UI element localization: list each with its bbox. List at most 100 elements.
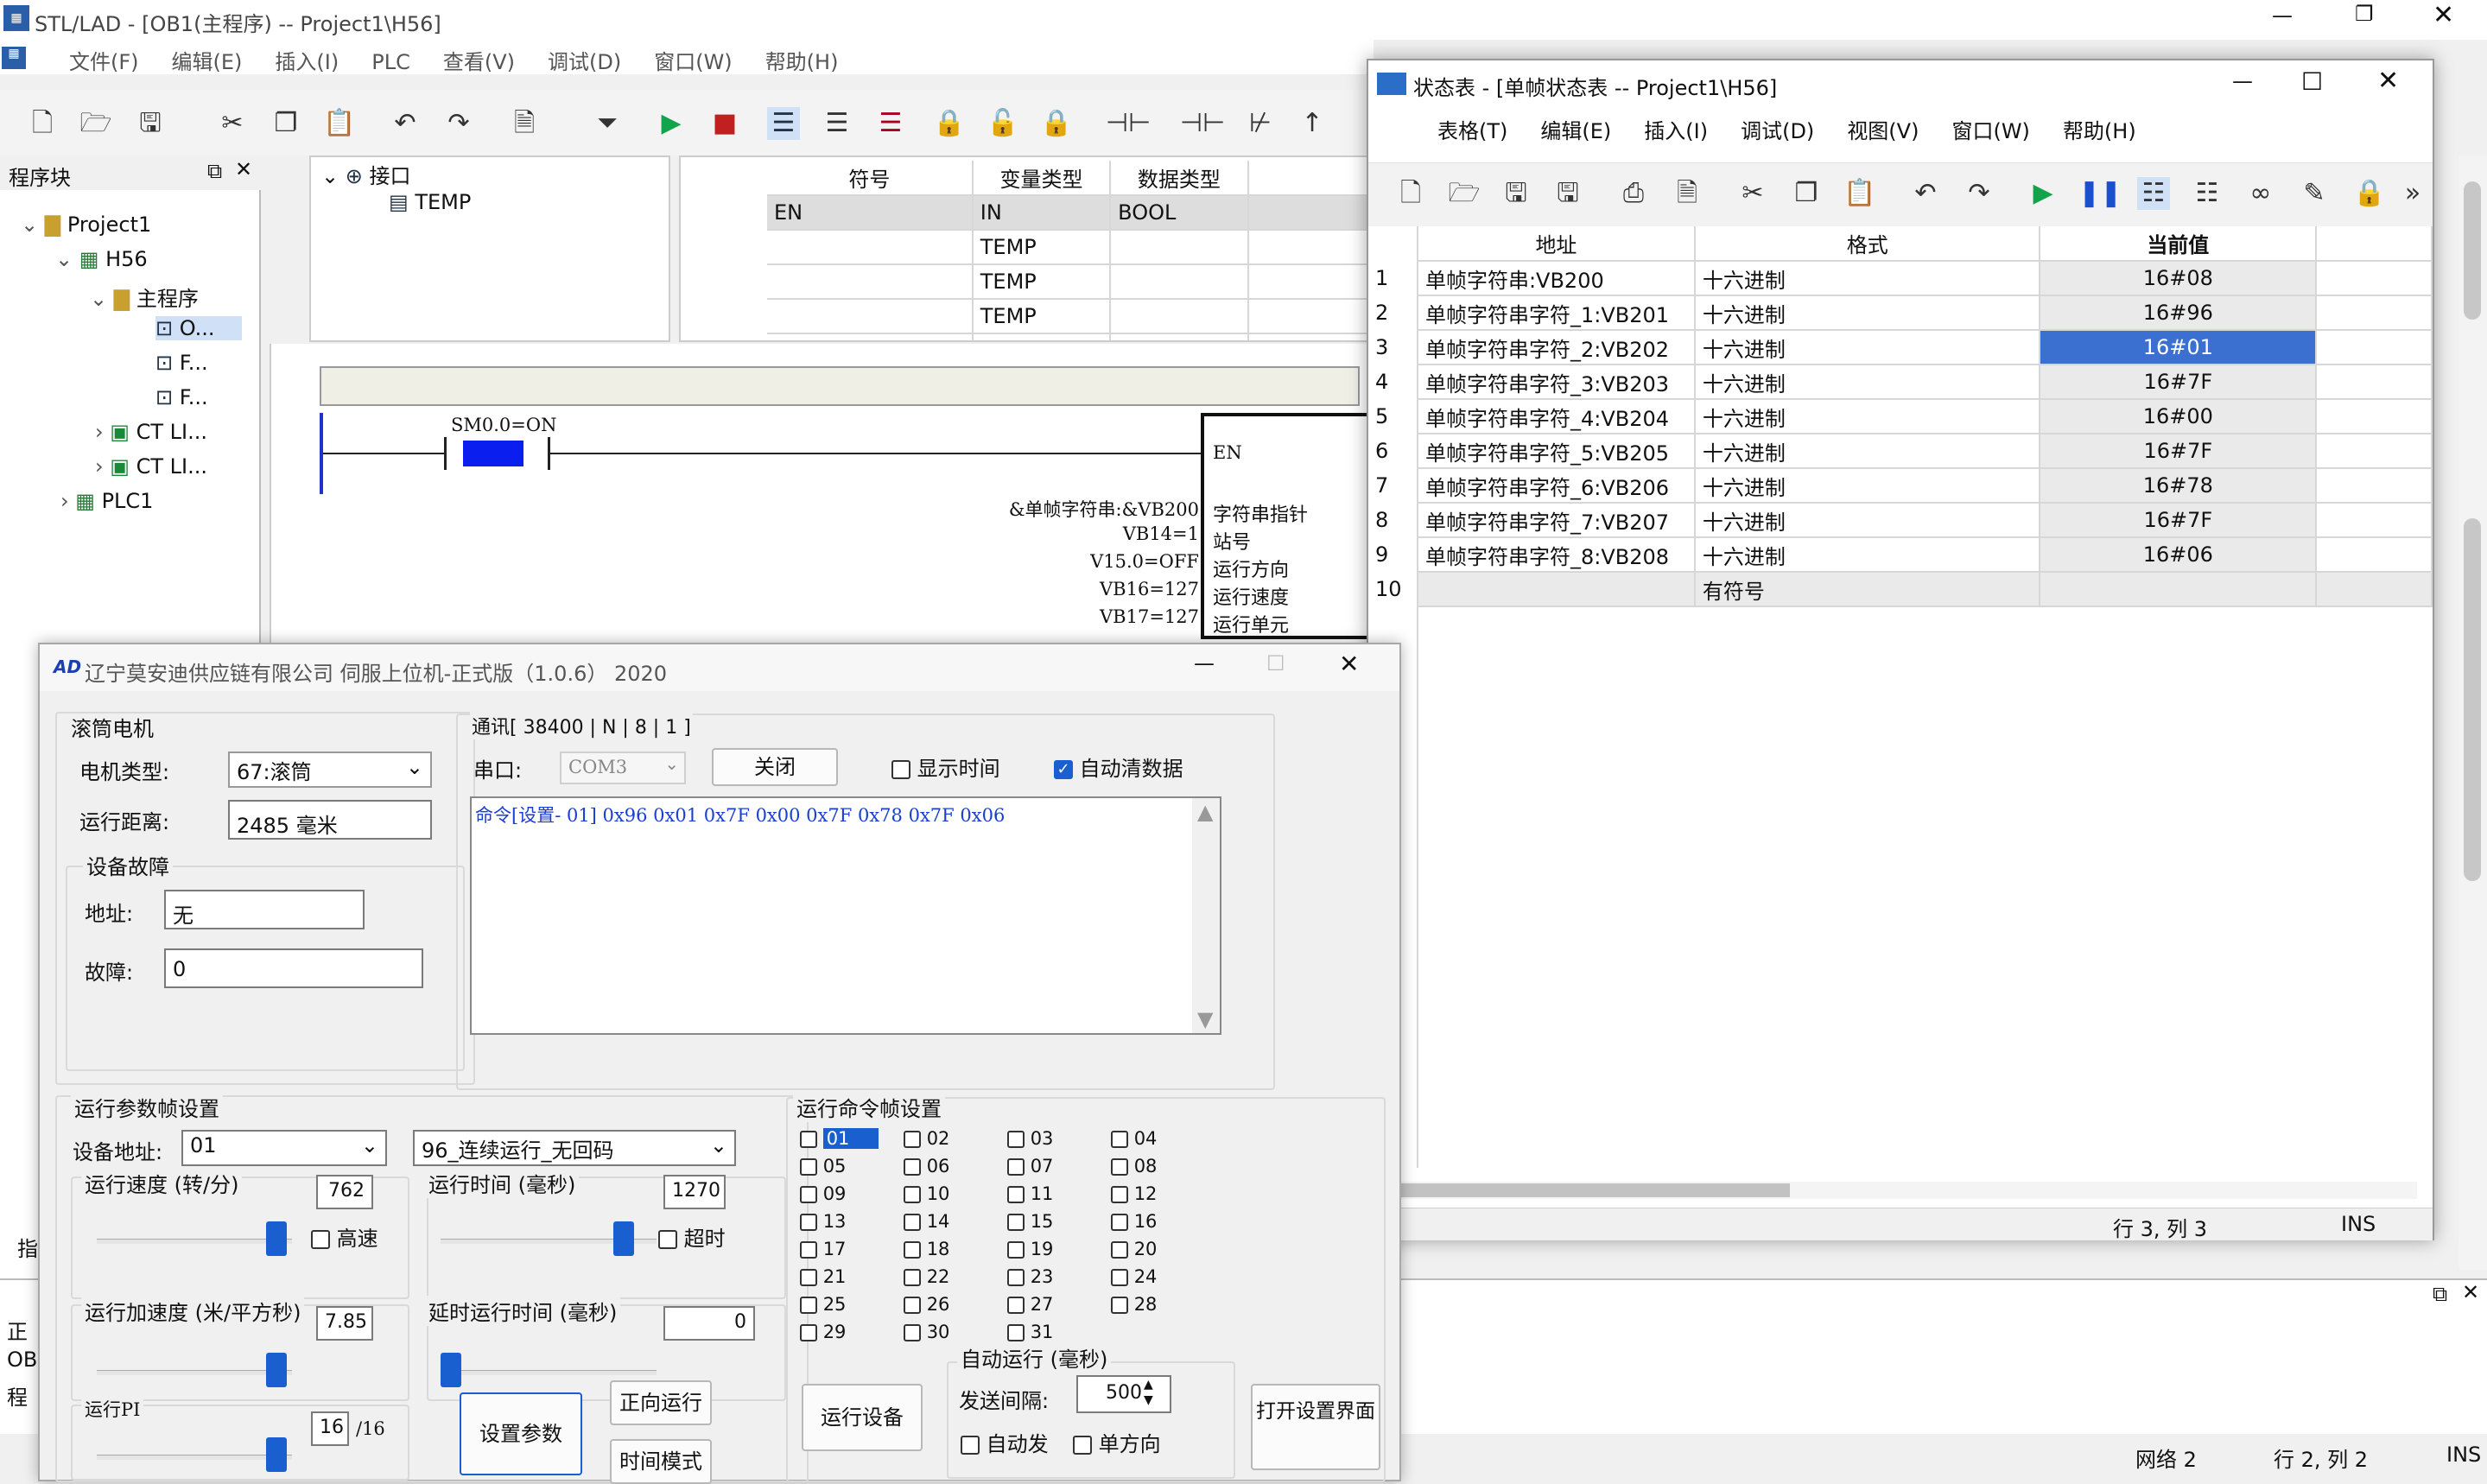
status-menu-view[interactable]: 视图(V) — [1847, 114, 1919, 144]
run-icon[interactable]: ▶ — [655, 107, 688, 140]
command-id-checkbox[interactable]: 04 — [1111, 1128, 1157, 1149]
tree-ob1[interactable]: ⊡ O... — [155, 316, 242, 340]
fault-field[interactable]: 0 — [164, 948, 423, 988]
pin-icon[interactable]: ⧉ — [207, 159, 222, 183]
command-id-checkbox[interactable]: 23 — [1007, 1266, 1053, 1287]
open-icon[interactable]: 🗁 — [79, 107, 112, 140]
command-id-checkbox[interactable]: 15 — [1007, 1211, 1053, 1232]
pi-slider-thumb[interactable] — [266, 1437, 287, 1472]
status-menu-window[interactable]: 窗口(W) — [1951, 114, 2029, 144]
pi-field[interactable]: 16 — [311, 1411, 349, 1446]
table-row[interactable]: 7 单帧字符串字符_6:VB206 十六进制 16#78 — [1368, 468, 2433, 504]
command-id-checkbox[interactable]: 28 — [1111, 1294, 1157, 1315]
run-mode-select[interactable]: 96_连续运行_无回码 ⌄ — [413, 1130, 736, 1166]
accel-field[interactable]: 7.85 — [316, 1306, 373, 1341]
pane-pin-icon[interactable]: ⧉ — [2433, 1282, 2447, 1306]
pause-status-icon[interactable]: ☰ — [874, 107, 907, 140]
table-row[interactable]: 6 单帧字符串字符_5:VB205 十六进制 16#7F — [1368, 434, 2433, 469]
timeout-checkbox[interactable]: 超时 — [658, 1221, 726, 1252]
show-time-checkbox[interactable]: 显示时间 — [891, 752, 1000, 782]
close-port-button[interactable]: 关闭 — [712, 748, 838, 786]
log-box[interactable]: 命令[设置- 01] 0x96 0x01 0x7F 0x00 0x7F 0x78… — [470, 796, 1221, 1035]
minimize-icon[interactable]: — — [2272, 3, 2293, 28]
glasses-icon[interactable]: ∞ — [2244, 177, 2277, 210]
command-id-checkbox[interactable]: 29 — [800, 1322, 846, 1342]
tree-project[interactable]: ⌄ ▇ Project1 — [21, 212, 151, 237]
pause-icon[interactable]: ❚❚ — [2078, 177, 2122, 210]
fault-address-field[interactable]: 无 — [164, 890, 365, 929]
status-h-scroll[interactable] — [1398, 1182, 2417, 1199]
new-icon[interactable]: 🗋 — [1394, 177, 1427, 210]
status-maximize-icon[interactable]: ☐ — [2301, 67, 2323, 96]
single-dir-checkbox[interactable]: 单方向 — [1073, 1427, 1161, 1457]
device-addr-select[interactable]: 01 ⌄ — [181, 1130, 387, 1166]
cut-icon[interactable]: ✂ — [1736, 177, 1769, 210]
paste-icon[interactable]: 📋 — [1843, 177, 1876, 210]
coil-icon[interactable]: ⊣⊢ — [1180, 107, 1225, 140]
save-icon[interactable]: 🖫 — [134, 107, 167, 140]
menu-window[interactable]: 窗口(W) — [654, 45, 732, 75]
servo-maximize-icon[interactable]: ☐ — [1266, 651, 1285, 675]
status-menu-insert[interactable]: 插入(I) — [1644, 114, 1708, 144]
command-id-checkbox[interactable]: 07 — [1007, 1156, 1053, 1176]
stop-icon[interactable]: ■ — [708, 107, 741, 140]
redo-icon[interactable]: ↷ — [1963, 177, 1995, 210]
maximize-icon[interactable]: ❐ — [2355, 2, 2374, 26]
interval-field[interactable]: 500 — [1076, 1375, 1171, 1413]
redo-icon[interactable]: ↷ — [442, 107, 475, 140]
command-id-checkbox[interactable]: 19 — [1007, 1239, 1053, 1259]
command-id-checkbox[interactable]: 24 — [1111, 1266, 1157, 1287]
time-slider-thumb[interactable] — [613, 1221, 634, 1256]
tree-fc2[interactable]: ⊡ F... — [155, 385, 208, 409]
table-row[interactable]: 10 有符号 — [1368, 572, 2433, 607]
command-id-checkbox[interactable]: 05 — [800, 1156, 846, 1176]
tree-main[interactable]: ⌄ ▇ 主程序 — [90, 282, 199, 312]
trend-icon[interactable]: ☷ — [2191, 177, 2224, 210]
command-id-checkbox[interactable]: 17 — [800, 1239, 846, 1259]
command-id-checkbox[interactable]: 21 — [800, 1266, 846, 1287]
lock-icon[interactable]: 🔒 — [933, 107, 966, 140]
auto-clear-checkbox[interactable]: 自动清数据 — [1054, 752, 1183, 782]
table-row[interactable]: TEMP — [767, 230, 1368, 265]
pane-close-icon[interactable]: ✕ — [2462, 1280, 2479, 1304]
preview-icon[interactable]: 🗎 — [1671, 177, 1703, 210]
status-menu-edit[interactable]: 编辑(E) — [1540, 114, 1611, 144]
cut-icon[interactable]: ✂ — [216, 107, 249, 140]
port-select[interactable]: COM3 ⌄ — [560, 752, 686, 784]
status-minimize-icon[interactable]: — — [2232, 69, 2253, 93]
table-monitor-icon[interactable]: ☷ — [2137, 177, 2170, 210]
menu-insert[interactable]: 插入(I) — [275, 45, 339, 75]
tree-fc1[interactable]: ⊡ F... — [155, 351, 208, 375]
run-device-button[interactable]: 运行设备 — [802, 1384, 923, 1451]
table-row[interactable]: 2 单帧字符串字符_1:VB201 十六进制 16#96 — [1368, 295, 2433, 331]
tree-ct-lib-1[interactable]: › ▣ CT LI... — [95, 420, 207, 444]
interface-root[interactable]: ⌄ ⊕ 接口 — [321, 159, 411, 189]
table-row[interactable]: EN IN BOOL — [767, 195, 1368, 231]
network-comment[interactable] — [320, 366, 1360, 406]
speed-slider[interactable] — [97, 1239, 292, 1244]
table-row[interactable]: 4 单帧字符串字符_3:VB203 十六进制 16#7F — [1368, 365, 2433, 400]
set-params-button[interactable]: 设置参数 — [460, 1392, 582, 1475]
print-icon[interactable]: ⎙ — [1617, 177, 1650, 210]
high-speed-checkbox[interactable]: 高速 — [311, 1221, 378, 1252]
save-all-icon[interactable]: 🖫 — [1551, 177, 1584, 210]
time-mode-button[interactable]: 时间模式 — [610, 1439, 712, 1484]
save-icon[interactable]: 🖫 — [1500, 177, 1532, 210]
interface-temp[interactable]: ▤ TEMP — [389, 190, 471, 214]
line-up-icon[interactable]: ↑ — [1296, 107, 1329, 140]
table-status-icon[interactable]: ☰ — [821, 107, 853, 140]
interval-stepper-icon[interactable]: ▲ ▼ — [1144, 1377, 1153, 1408]
speed-slider-thumb[interactable] — [266, 1221, 287, 1256]
command-id-checkbox[interactable]: 12 — [1111, 1183, 1157, 1204]
paste-icon[interactable]: 📋 — [323, 107, 356, 140]
more-icon[interactable]: » — [2396, 177, 2429, 210]
download-icon[interactable]: ⏷ — [591, 107, 624, 140]
status-menu-help[interactable]: 帮助(H) — [2063, 114, 2136, 144]
command-id-checkbox[interactable]: 27 — [1007, 1294, 1053, 1315]
status-menu-table[interactable]: 表格(T) — [1437, 114, 1507, 144]
servo-minimize-icon[interactable]: — — [1194, 651, 1215, 675]
status-close-icon[interactable]: ✕ — [2377, 66, 2399, 96]
command-id-checkbox[interactable]: 30 — [904, 1322, 949, 1342]
command-id-checkbox[interactable]: 03 — [1007, 1128, 1053, 1149]
new-icon[interactable]: 🗋 — [26, 107, 59, 140]
